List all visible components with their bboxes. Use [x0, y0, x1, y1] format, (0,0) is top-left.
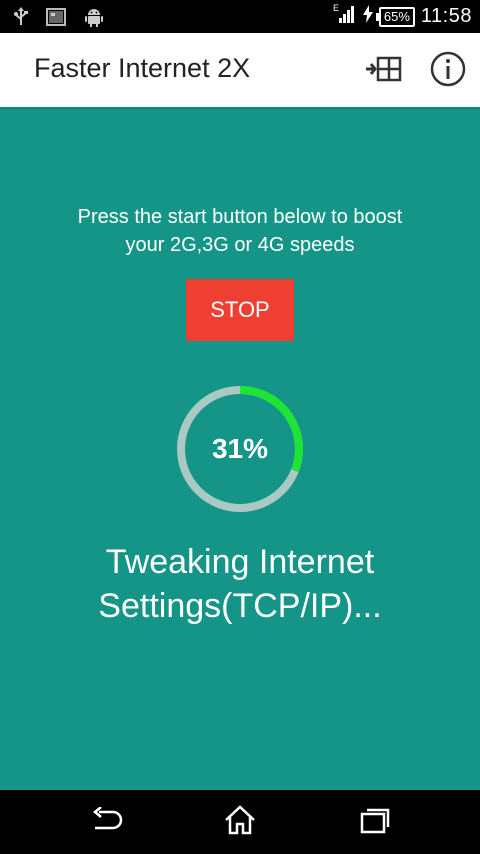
navigation-bar [0, 790, 480, 854]
stop-button[interactable]: STOP [186, 279, 294, 341]
status-bar: E 65% 11:58 [0, 0, 480, 33]
home-button[interactable] [220, 804, 260, 840]
info-button[interactable] [428, 51, 468, 91]
status-notifications [14, 7, 104, 32]
signal-icon: E [333, 3, 357, 30]
image-icon [46, 8, 66, 31]
status-line-1: Tweaking Internet [105, 543, 375, 581]
battery-indicator: 65% [375, 6, 415, 27]
app-bar: Faster Internet 2X [0, 33, 480, 107]
back-icon [89, 805, 123, 838]
android-icon [84, 7, 104, 32]
recent-apps-icon [358, 806, 390, 839]
svg-text:E: E [333, 3, 339, 13]
back-button[interactable] [86, 804, 126, 840]
progress-percent: 31% [211, 433, 269, 464]
home-icon [224, 804, 256, 840]
instruction-line-1: Press the start button below to boost [77, 206, 403, 228]
recent-apps-button[interactable] [354, 804, 394, 840]
clock: 11:58 [420, 5, 472, 27]
app-screen: E 65% 11:58 Faster Internet 2X Press the… [0, 0, 480, 854]
instruction-text: Press the start button below to boost yo… [0, 203, 480, 259]
status-line-2: Settings(TCP/IP)... [98, 587, 382, 625]
page-title: Faster Internet 2X [34, 53, 251, 83]
charging-icon [362, 5, 373, 28]
status-system: E 65% 11:58 [333, 0, 472, 33]
expand-icon [364, 56, 402, 87]
progress-status-text: Tweaking Internet Settings(TCP/IP)... [0, 540, 480, 628]
expand-button[interactable] [363, 51, 403, 91]
instruction-line-2: your 2G,3G or 4G speeds [125, 234, 355, 256]
info-icon [429, 50, 467, 93]
usb-icon [14, 7, 28, 32]
